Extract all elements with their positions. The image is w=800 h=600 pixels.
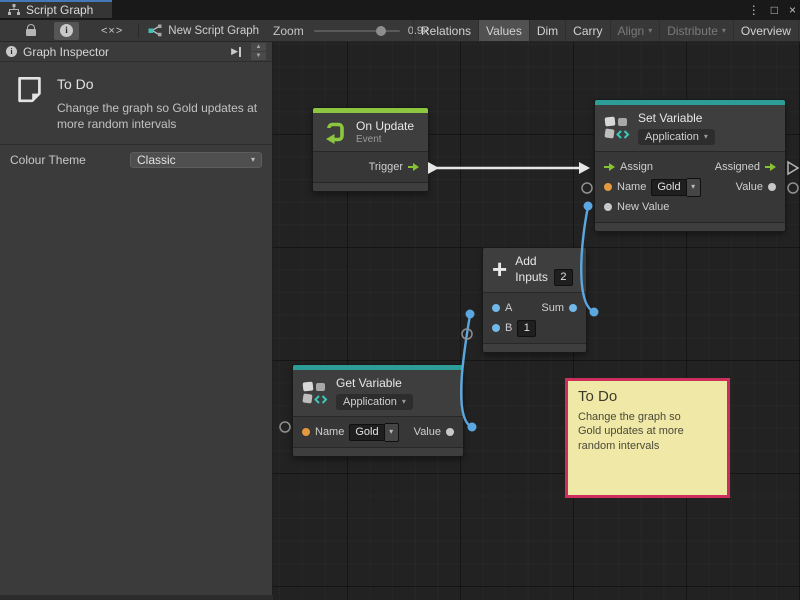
distribute-button[interactable]: Distribute ▾ xyxy=(659,20,733,41)
colour-theme-dropdown[interactable]: Classic ▾ xyxy=(130,152,262,168)
sticky-note-icon xyxy=(16,74,43,106)
unity-script-graph-window: Script Graph ⋮ □ × i <×> New Script Grap… xyxy=(0,0,800,600)
inspector-note-summary: To Do Change the graph so Gold updates a… xyxy=(0,62,272,145)
graph-inspector-title: Graph Inspector xyxy=(23,45,225,59)
port-dot-value[interactable] xyxy=(768,183,776,191)
port-label-name: Name xyxy=(315,426,344,438)
relations-button[interactable]: Relations xyxy=(413,20,478,41)
graph-inspector-panel: i Graph Inspector ▶ ▲ ▼ To Do Change the… xyxy=(0,42,273,600)
port-dot-name[interactable] xyxy=(302,428,310,436)
note-description: Change the graph so Gold updates at more… xyxy=(57,100,262,132)
flow-output-icon[interactable] xyxy=(408,163,419,171)
colour-theme-row: Colour Theme Classic ▾ xyxy=(0,145,272,175)
chevron-down-icon: ▾ xyxy=(389,428,393,436)
node-title: Set Variable xyxy=(638,111,715,126)
port-label-new-value: New Value xyxy=(617,201,669,213)
close-icon[interactable]: × xyxy=(789,0,796,20)
node-title: On Update xyxy=(356,119,414,134)
node-subtitle: Event xyxy=(356,134,414,145)
window-controls: ⋮ □ × xyxy=(748,0,796,20)
sticky-note-body: Change the graph so Gold updates at more… xyxy=(578,410,700,453)
node-add[interactable]: + Add Inputs 2 A Sum xyxy=(483,248,586,352)
flow-input-icon[interactable] xyxy=(604,163,615,171)
note-title: To Do xyxy=(57,76,262,92)
port-label-value: Value xyxy=(736,181,763,193)
node-title: Get Variable xyxy=(336,376,413,391)
variable-name-dropdown[interactable]: Gold ▾ xyxy=(349,423,398,442)
port-dot-value[interactable] xyxy=(446,428,454,436)
port-dot-new-value[interactable] xyxy=(604,203,612,211)
port-label-assign: Assign xyxy=(620,161,653,173)
spin-down-button[interactable]: ▼ xyxy=(251,52,266,60)
panel-spinner: ▲ ▼ xyxy=(251,43,266,60)
info-icon: i xyxy=(60,24,73,37)
zoom-label: Zoom xyxy=(273,24,304,38)
dim-button[interactable]: Dim xyxy=(529,20,565,41)
code-icon: <×> xyxy=(101,25,123,37)
panel-footer-strip xyxy=(0,595,273,600)
node-get-variable[interactable]: Get Variable Application ▾ Name Gold ▾ xyxy=(293,365,463,456)
sticky-note[interactable]: To Do Change the graph so Gold updates a… xyxy=(565,378,730,498)
port-label-name: Name xyxy=(617,181,646,193)
chevron-down-icon: ▾ xyxy=(722,27,726,35)
graph-toolbar: i <×> New Script Graph Zoom 0.9x Relatio… xyxy=(0,20,800,42)
dock-panel-button[interactable]: ▶ xyxy=(231,46,241,57)
chevron-down-icon: ▾ xyxy=(648,27,652,35)
graph-asset-label[interactable]: New Script Graph xyxy=(148,24,259,37)
chevron-down-icon: ▾ xyxy=(704,133,708,141)
zoom-slider-handle[interactable] xyxy=(376,26,386,36)
port-dot-name[interactable] xyxy=(604,183,612,191)
spin-up-button[interactable]: ▲ xyxy=(251,43,266,51)
colour-theme-label: Colour Theme xyxy=(10,153,130,167)
zoom-slider[interactable] xyxy=(314,30,400,32)
chevron-down-icon: ▾ xyxy=(251,156,255,164)
port-dot-a[interactable] xyxy=(492,304,500,312)
tab-bar: Script Graph ⋮ □ × xyxy=(0,0,800,20)
node-set-variable[interactable]: Set Variable Application ▾ Assign Assign… xyxy=(595,100,785,231)
overview-button[interactable]: Overview xyxy=(733,20,798,41)
variable-scope-dropdown[interactable]: Application ▾ xyxy=(638,129,715,145)
align-button[interactable]: Align ▾ xyxy=(610,20,660,41)
chevron-down-icon: ▾ xyxy=(691,183,695,191)
tab-script-graph[interactable]: Script Graph xyxy=(0,0,112,18)
maximize-icon[interactable]: □ xyxy=(771,0,778,20)
port-dot-sum[interactable] xyxy=(569,304,577,312)
variable-scope-dropdown[interactable]: Application ▾ xyxy=(336,394,413,410)
lock-button[interactable] xyxy=(20,22,42,40)
update-loop-icon xyxy=(322,119,348,145)
port-label-a: A xyxy=(505,302,512,314)
carry-button[interactable]: Carry xyxy=(565,20,609,41)
graph-inspector-header: i Graph Inspector ▶ ▲ ▼ xyxy=(0,42,272,62)
inputs-count-field[interactable]: 2 xyxy=(554,269,573,286)
csharp-preview-button[interactable]: <×> xyxy=(95,22,129,40)
values-button[interactable]: Values xyxy=(478,20,529,41)
toolbar-right-group: Relations Values Dim Carry Align ▾ Distr… xyxy=(413,20,800,41)
inputs-label: Inputs xyxy=(515,270,548,285)
script-graph-icon xyxy=(8,4,20,16)
lock-icon xyxy=(26,29,36,36)
inspector-toggle-button[interactable]: i xyxy=(54,22,79,40)
sticky-note-title: To Do xyxy=(578,388,717,405)
port-label-assigned: Assigned xyxy=(715,161,760,173)
node-on-update[interactable]: On Update Event Trigger xyxy=(313,108,428,191)
variables-icon xyxy=(302,381,328,406)
toolbar-separator xyxy=(138,24,139,38)
chevron-down-icon: ▾ xyxy=(402,398,406,406)
port-label-b: B xyxy=(505,322,512,334)
flow-output-icon[interactable] xyxy=(765,163,776,171)
graph-asset-icon xyxy=(148,24,162,37)
port-label-sum: Sum xyxy=(541,302,564,314)
variable-name-dropdown[interactable]: Gold ▾ xyxy=(651,178,700,197)
add-plus-icon: + xyxy=(492,256,507,282)
b-value-field[interactable]: 1 xyxy=(517,320,536,337)
tab-title: Script Graph xyxy=(26,3,93,17)
node-title: Add xyxy=(515,254,573,269)
info-icon: i xyxy=(6,46,17,57)
port-dot-b[interactable] xyxy=(492,324,500,332)
variables-icon xyxy=(604,116,630,141)
port-label-value: Value xyxy=(414,426,441,438)
more-menu-icon[interactable]: ⋮ xyxy=(748,0,760,20)
port-label-trigger: Trigger xyxy=(369,161,403,173)
